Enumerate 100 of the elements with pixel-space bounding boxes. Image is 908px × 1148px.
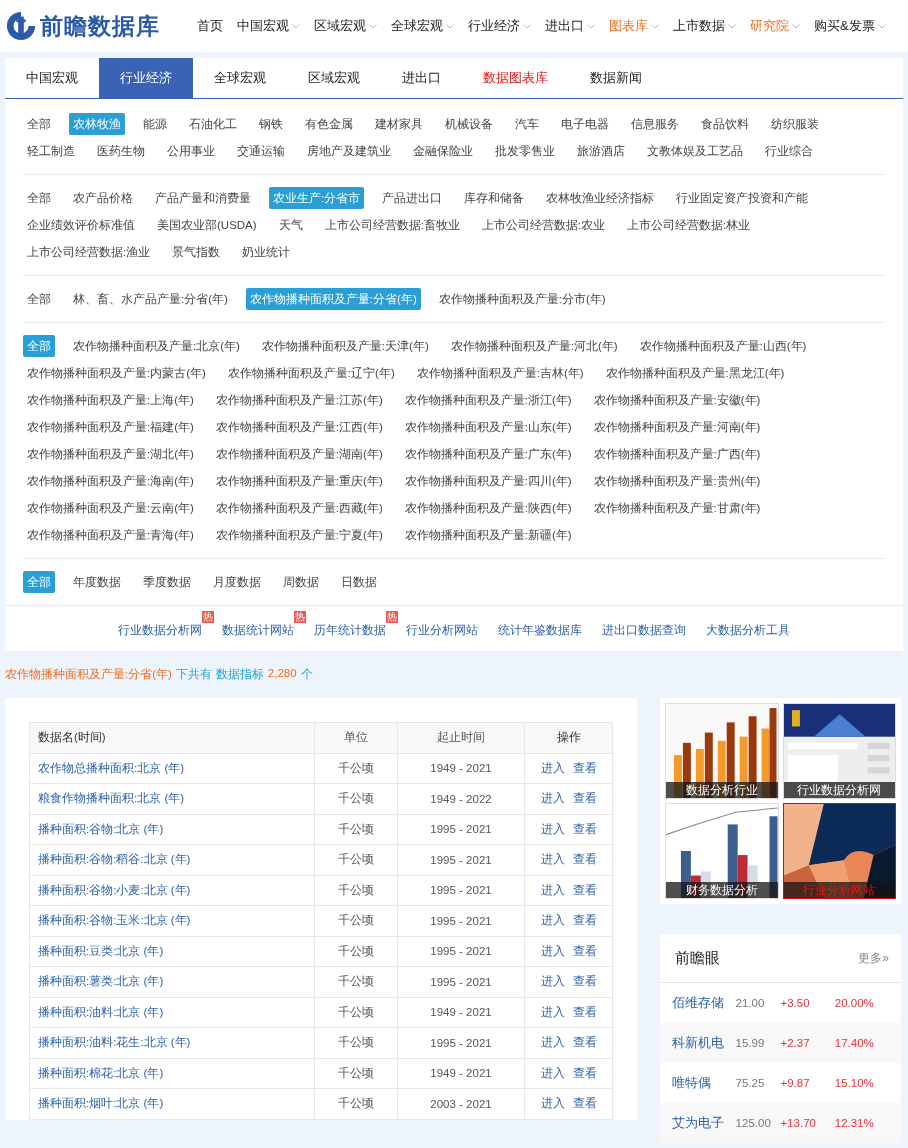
logo-icon[interactable] bbox=[6, 10, 36, 42]
stock-name[interactable]: 唯特偶 bbox=[672, 1074, 736, 1092]
action-link[interactable]: 查看 bbox=[572, 822, 597, 835]
data-name-link[interactable]: 播种面积:油料:北京 (年) bbox=[38, 1005, 164, 1018]
filter-option[interactable]: 农作物播种面积及产量:河北(年) bbox=[446, 335, 622, 357]
quick-link[interactable]: 行业数据分析网 bbox=[118, 623, 202, 637]
filter-option[interactable]: 行业综合 bbox=[761, 140, 817, 162]
filter-option[interactable]: 月度数据 bbox=[209, 571, 265, 593]
ad-tile[interactable]: 行业数据分析网 bbox=[782, 703, 896, 799]
ad-tile[interactable]: 数据分析行业 bbox=[665, 703, 779, 799]
filter-option[interactable]: 公用事业 bbox=[163, 140, 219, 162]
filter-option[interactable]: 日数据 bbox=[337, 571, 381, 593]
nav-link[interactable]: 进出口 bbox=[538, 17, 602, 35]
stock-name[interactable]: 艾为电子 bbox=[672, 1114, 736, 1132]
action-link[interactable]: 进入 bbox=[540, 1036, 565, 1049]
action-link[interactable]: 进入 bbox=[540, 761, 565, 774]
filter-option[interactable]: 食品饮料 bbox=[697, 113, 753, 135]
action-link[interactable]: 查看 bbox=[572, 761, 597, 774]
filter-option[interactable]: 农作物播种面积及产量:甘肃(年) bbox=[589, 497, 765, 519]
quick-link[interactable]: 历年统计数据 bbox=[314, 623, 386, 637]
action-link[interactable]: 查看 bbox=[572, 883, 597, 896]
filter-option[interactable]: 年度数据 bbox=[69, 571, 125, 593]
logo-text[interactable]: 前瞻数据库 bbox=[40, 10, 160, 42]
action-link[interactable]: 进入 bbox=[540, 975, 565, 988]
filter-option[interactable]: 农作物播种面积及产量:贵州(年) bbox=[589, 470, 765, 492]
filter-option[interactable]: 农作物播种面积及产量:江西(年) bbox=[211, 416, 387, 438]
action-link[interactable]: 进入 bbox=[540, 822, 565, 835]
action-link[interactable]: 进入 bbox=[540, 883, 565, 896]
nav-link[interactable]: 全球宏观 bbox=[384, 17, 461, 35]
data-name-link[interactable]: 播种面积:薯类:北京 (年) bbox=[38, 975, 164, 988]
data-name-link[interactable]: 播种面积:谷物:北京 (年) bbox=[38, 822, 164, 835]
filter-option[interactable]: 奶业统计 bbox=[238, 241, 295, 263]
action-link[interactable]: 进入 bbox=[540, 1066, 565, 1079]
more-link[interactable]: 更多» bbox=[858, 949, 889, 967]
filter-option[interactable]: 医药生物 bbox=[93, 140, 149, 162]
filter-option[interactable]: 农作物播种面积及产量:青海(年) bbox=[23, 524, 198, 546]
filter-option[interactable]: 农作物播种面积及产量:黑龙江(年) bbox=[601, 362, 789, 384]
action-link[interactable]: 进入 bbox=[540, 853, 565, 866]
filter-option[interactable]: 农作物播种面积及产量:内蒙古(年) bbox=[23, 362, 210, 384]
action-link[interactable]: 查看 bbox=[572, 914, 597, 927]
filter-option[interactable]: 农作物播种面积及产量:新疆(年) bbox=[400, 524, 576, 546]
quick-link[interactable]: 进出口数据查询 bbox=[602, 623, 686, 637]
filter-option[interactable]: 农作物播种面积及产量:陕西(年) bbox=[400, 497, 576, 519]
filter-option[interactable]: 产品产量和消费量 bbox=[151, 187, 255, 209]
filter-option[interactable]: 电子电器 bbox=[557, 113, 613, 135]
filter-option[interactable]: 农作物播种面积及产量:四川(年) bbox=[400, 470, 576, 492]
filter-option[interactable]: 农作物播种面积及产量:分市(年) bbox=[434, 288, 610, 310]
action-link[interactable]: 进入 bbox=[540, 944, 565, 957]
filter-option[interactable]: 上市公司经营数据:林业 bbox=[623, 214, 755, 236]
filter-option[interactable]: 农作物播种面积及产量:江苏(年) bbox=[211, 389, 387, 411]
filter-option[interactable]: 农作物播种面积及产量:安徽(年) bbox=[589, 389, 765, 411]
filter-option[interactable]: 农作物播种面积及产量:广东(年) bbox=[400, 443, 576, 465]
nav-link[interactable]: 首页 bbox=[190, 17, 230, 35]
filter-option[interactable]: 信息服务 bbox=[627, 113, 683, 135]
filter-option[interactable]: 全部 bbox=[23, 187, 55, 209]
filter-option[interactable]: 美国农业部(USDA) bbox=[153, 214, 261, 236]
quick-link[interactable]: 统计年鉴数据库 bbox=[498, 623, 582, 637]
filter-option[interactable]: 农作物播种面积及产量:浙江(年) bbox=[400, 389, 576, 411]
action-link[interactable]: 查看 bbox=[572, 853, 597, 866]
filter-option[interactable]: 农作物播种面积及产量:吉林(年) bbox=[412, 362, 588, 384]
filter-option[interactable]: 季度数据 bbox=[139, 571, 195, 593]
nav-link[interactable]: 中国宏观 bbox=[230, 17, 307, 35]
filter-option[interactable]: 农作物播种面积及产量:广西(年) bbox=[589, 443, 765, 465]
filter-option[interactable]: 批发零售业 bbox=[491, 140, 559, 162]
action-link[interactable]: 查看 bbox=[572, 1005, 597, 1018]
filter-option[interactable]: 景气指数 bbox=[168, 241, 225, 263]
filter-option[interactable]: 天气 bbox=[274, 214, 307, 236]
stock-name[interactable]: 佰维存储 bbox=[672, 994, 736, 1012]
filter-option[interactable]: 农作物播种面积及产量:海南(年) bbox=[23, 470, 198, 492]
stock-name[interactable]: 科新机电 bbox=[672, 1034, 736, 1052]
filter-option[interactable]: 农作物播种面积及产量:山西(年) bbox=[635, 335, 811, 357]
filter-option[interactable]: 农作物播种面积及产量:山东(年) bbox=[400, 416, 576, 438]
filter-option[interactable]: 全部 bbox=[23, 113, 55, 135]
category-tab[interactable]: 行业经济 bbox=[99, 58, 193, 98]
action-link[interactable]: 查看 bbox=[572, 944, 597, 957]
filter-option[interactable]: 库存和储备 bbox=[460, 187, 529, 209]
nav-link[interactable]: 区域宏观 bbox=[307, 17, 384, 35]
action-link[interactable]: 查看 bbox=[572, 1036, 597, 1049]
filter-option[interactable]: 上市公司经营数据:渔业 bbox=[23, 241, 155, 263]
filter-option[interactable]: 农作物播种面积及产量:天津(年) bbox=[257, 335, 433, 357]
nav-link[interactable]: 上市数据 bbox=[666, 17, 743, 35]
quick-link[interactable]: 数据统计网站 bbox=[222, 623, 294, 637]
filter-option[interactable]: 旅游酒店 bbox=[573, 140, 629, 162]
filter-option[interactable]: 农作物播种面积及产量:湖北(年) bbox=[23, 443, 198, 465]
filter-option[interactable]: 上市公司经营数据:畜牧业 bbox=[320, 214, 464, 236]
action-link[interactable]: 查看 bbox=[572, 792, 597, 805]
action-link[interactable]: 进入 bbox=[540, 1005, 565, 1018]
filter-option[interactable]: 纺织服装 bbox=[767, 113, 823, 135]
filter-option[interactable]: 金融保险业 bbox=[409, 140, 477, 162]
data-name-link[interactable]: 播种面积:烟叶:北京 (年) bbox=[38, 1097, 164, 1110]
filter-option[interactable]: 林、畜、水产品产量:分省(年) bbox=[69, 288, 232, 310]
action-link[interactable]: 进入 bbox=[540, 914, 565, 927]
filter-option[interactable]: 有色金属 bbox=[301, 113, 357, 135]
filter-option[interactable]: 农作物播种面积及产量:西藏(年) bbox=[211, 497, 387, 519]
action-link[interactable]: 查看 bbox=[572, 1066, 597, 1079]
filter-option[interactable]: 全部 bbox=[23, 288, 55, 310]
filter-option[interactable]: 农作物播种面积及产量:上海(年) bbox=[23, 389, 198, 411]
filter-option[interactable]: 建材家具 bbox=[371, 113, 427, 135]
filter-option[interactable]: 农作物播种面积及产量:云南(年) bbox=[23, 497, 198, 519]
filter-option[interactable]: 上市公司经营数据:农业 bbox=[477, 214, 610, 236]
